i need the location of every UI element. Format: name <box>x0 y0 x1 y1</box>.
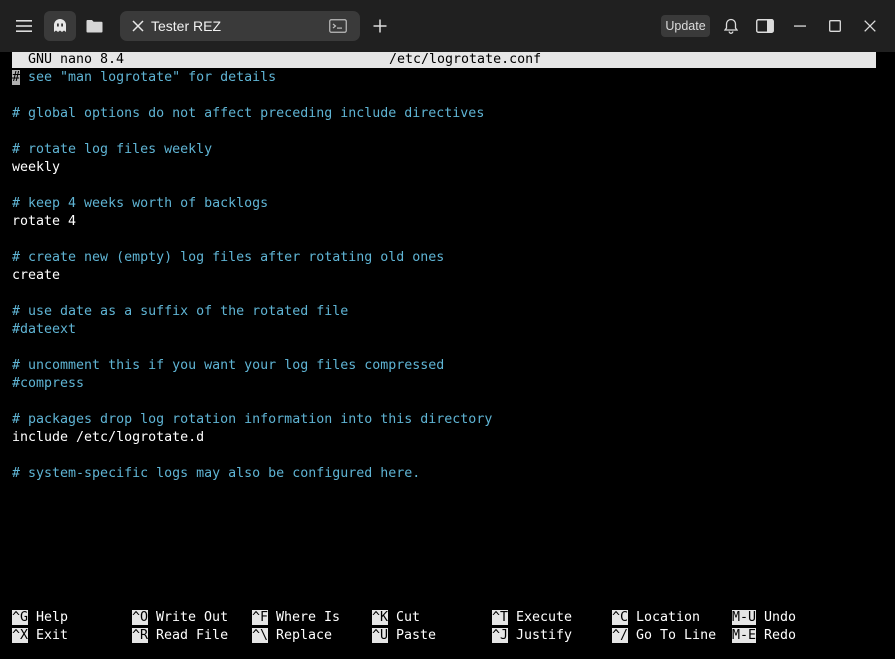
config-line: weekly <box>12 160 61 175</box>
config-line <box>12 87 882 105</box>
update-button[interactable]: Update <box>661 15 710 37</box>
shortcut-label: Location <box>628 610 701 625</box>
config-line: rotate 4 <box>12 214 77 229</box>
shortcut-item[interactable]: ^K Cut <box>372 609 420 627</box>
shortcut-label: Undo <box>756 610 797 625</box>
bell-icon[interactable] <box>719 13 743 39</box>
shortcut-key: ^J <box>492 628 509 643</box>
shortcut-item[interactable]: ^G Help <box>12 609 68 627</box>
comment-line: # packages drop log rotation information… <box>12 412 493 427</box>
shortcut-label: Exit <box>28 628 69 643</box>
sidebar-toggle-icon[interactable] <box>753 13 777 39</box>
folder-icon[interactable] <box>78 11 110 41</box>
nano-header: GNU nano 8.4 /etc/logrotate.conf <box>12 52 876 68</box>
shortcut-key: ^O <box>132 610 149 625</box>
comment-line: # system-specific logs may also be confi… <box>12 466 421 481</box>
plus-icon[interactable] <box>367 11 393 41</box>
text-cursor: # <box>12 70 21 85</box>
shortcut-bar: ^G Help ^O Write Out ^F Where Is ^K Cut ^T E… <box>12 609 882 645</box>
shortcut-label: Write Out <box>148 610 229 625</box>
comment-line: # rotate log files weekly <box>12 142 213 157</box>
shortcut-item[interactable]: ^/ Go To Line <box>612 627 716 645</box>
config-line <box>12 393 882 411</box>
shortcut-item[interactable]: ^C Location <box>612 609 700 627</box>
shortcut-label: Replace <box>268 628 333 643</box>
config-line <box>12 339 882 357</box>
comment-line: # create new (empty) log files after rot… <box>12 250 445 265</box>
hamburger-menu-icon[interactable] <box>8 11 40 41</box>
tab-title: Tester REZ <box>151 18 222 34</box>
config-line <box>12 285 882 303</box>
comment-line: # keep 4 weeks worth of backlogs <box>12 196 269 211</box>
comment-line: # use date as a suffix of the rotated fi… <box>12 304 349 319</box>
close-icon[interactable] <box>858 13 882 39</box>
shortcut-item[interactable]: ^O Write Out <box>132 609 228 627</box>
shortcut-key: ^X <box>12 628 29 643</box>
terminal-tab[interactable]: Tester REZ <box>120 11 360 41</box>
terminal-icon[interactable] <box>326 16 350 36</box>
shortcut-label: Help <box>28 610 69 625</box>
shortcut-label: Justify <box>508 628 573 643</box>
minimize-icon[interactable] <box>788 13 812 39</box>
shortcut-key: ^U <box>372 628 389 643</box>
shortcut-key: M-U <box>732 610 757 625</box>
shortcut-key: ^K <box>372 610 389 625</box>
comment-line: #dateext <box>12 322 77 337</box>
shortcut-item[interactable]: ^F Where Is <box>252 609 340 627</box>
config-line <box>12 123 882 141</box>
editor-content[interactable]: # see "man logrotate" for details # globa… <box>12 69 882 483</box>
shortcut-label: Paste <box>388 628 437 643</box>
shortcut-label: Cut <box>388 610 421 625</box>
config-line: include /etc/logrotate.d <box>12 430 205 445</box>
shortcut-label: Execute <box>508 610 573 625</box>
ghost-icon[interactable] <box>44 11 76 41</box>
config-line <box>12 177 882 195</box>
shortcut-label: Go To Line <box>628 628 717 643</box>
comment-line: # see "man logrotate" for details <box>12 70 277 85</box>
close-icon[interactable] <box>126 14 150 38</box>
shortcut-key: ^T <box>492 610 509 625</box>
title-bar: Tester REZ Update <box>0 0 895 52</box>
shortcut-key: ^G <box>12 610 29 625</box>
shortcut-key: M-E <box>732 628 757 643</box>
config-line <box>12 231 882 249</box>
shortcut-key: ^F <box>252 610 269 625</box>
comment-line: # global options do not affect preceding… <box>12 106 485 121</box>
shortcut-item[interactable]: ^J Justify <box>492 627 572 645</box>
shortcut-key: ^C <box>612 610 629 625</box>
nano-version: GNU nano 8.4 <box>28 52 125 67</box>
shortcut-key: ^R <box>132 628 149 643</box>
shortcut-row: ^X Exit ^R Read File ^\ Replace ^U Paste ^J … <box>12 627 882 645</box>
shortcut-label: Read File <box>148 628 229 643</box>
config-line <box>12 447 882 465</box>
file-name: /etc/logrotate.conf <box>389 52 542 67</box>
shortcut-key: ^\ <box>252 628 269 643</box>
shortcut-label: Where Is <box>268 610 341 625</box>
comment-line: # uncomment this if you want your log fi… <box>12 358 445 373</box>
shortcut-item[interactable]: M-E Redo <box>732 627 796 645</box>
shortcut-item[interactable]: ^U Paste <box>372 627 436 645</box>
shortcut-row: ^G Help ^O Write Out ^F Where Is ^K Cut ^T E… <box>12 609 882 627</box>
maximize-icon[interactable] <box>823 13 847 39</box>
config-line: create <box>12 268 61 283</box>
shortcut-item[interactable]: ^R Read File <box>132 627 228 645</box>
shortcut-label: Redo <box>756 628 797 643</box>
shortcut-key: ^/ <box>612 628 629 643</box>
shortcut-item[interactable]: ^X Exit <box>12 627 68 645</box>
shortcut-item[interactable]: ^\ Replace <box>252 627 332 645</box>
shortcut-item[interactable]: ^T Execute <box>492 609 572 627</box>
comment-line: #compress <box>12 376 85 391</box>
shortcut-item[interactable]: M-U Undo <box>732 609 796 627</box>
